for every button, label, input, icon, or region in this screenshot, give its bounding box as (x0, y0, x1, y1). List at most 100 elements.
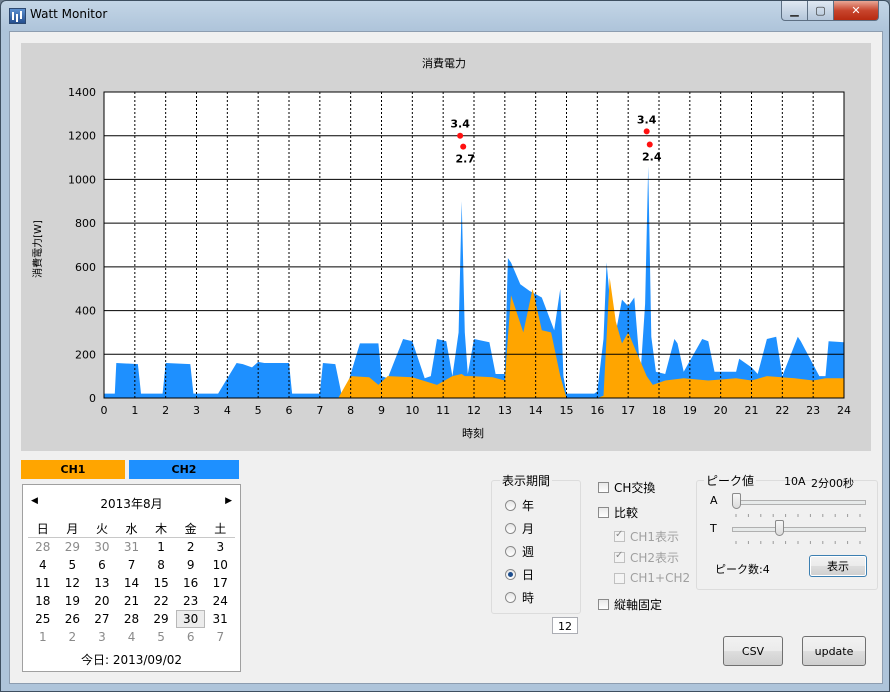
calendar-day[interactable]: 30 (87, 540, 117, 554)
calendar-day[interactable]: 6 (87, 558, 117, 572)
calendar-next-icon[interactable]: ▶ (225, 496, 232, 506)
show-button[interactable]: 表示 (809, 555, 867, 577)
ch1-show-box[interactable] (614, 529, 625, 542)
slider-a-thumb[interactable] (732, 493, 741, 509)
calendar-day[interactable]: 13 (87, 576, 117, 590)
calendar-day[interactable]: 6 (176, 630, 206, 644)
x-tick-label: 16 (590, 404, 604, 417)
calendar-day[interactable]: 24 (205, 594, 235, 608)
calendar-day[interactable]: 4 (117, 630, 147, 644)
compare-checkbox[interactable]: 比較 (598, 504, 638, 521)
ch2-show-checkbox[interactable]: CH2表示 (614, 549, 679, 566)
x-tick-label: 6 (286, 404, 293, 417)
period-radio-label: 年 (522, 499, 535, 513)
legend-ch2: CH2 (129, 460, 239, 479)
calendar-day[interactable]: 11 (28, 576, 58, 590)
ch1-plus-ch2-box[interactable] (614, 572, 625, 584)
chart-ylabel: 消費電力[W] (31, 220, 44, 278)
maximize-button[interactable]: ▢ (807, 1, 834, 21)
calendar-day[interactable]: 28 (117, 612, 147, 626)
y-tick-label: 600 (75, 261, 96, 274)
x-tick-label: 23 (806, 404, 820, 417)
calendar-day[interactable]: 5 (146, 630, 176, 644)
calendar-day[interactable]: 7 (205, 630, 235, 644)
calendar-day[interactable]: 23 (176, 594, 206, 608)
radio-dot[interactable] (505, 500, 516, 511)
x-tick-label: 11 (436, 404, 450, 417)
calendar-day[interactable]: 29 (146, 612, 176, 626)
title-bar[interactable]: Watt Monitor ▁ ▢ ✕ (1, 1, 889, 29)
calendar-day[interactable]: 16 (176, 576, 206, 590)
ch1-show-checkbox[interactable]: CH1表示 (614, 528, 679, 545)
radio-dot[interactable] (505, 523, 516, 534)
fixed-axis-box[interactable] (598, 599, 609, 610)
x-tick-label: 21 (745, 404, 759, 417)
chart-panel: 消費電力 消費電力[W] 時刻 0 200 400 600 800 1000 1200 140… (21, 43, 871, 451)
x-tick-label: 9 (378, 404, 385, 417)
calendar-day[interactable]: 7 (117, 558, 147, 572)
calendar[interactable]: ◀ 2013年8月 ▶ 日月火水木金土 28 29 30 31 1 2 3 4 5 6 7 8 9 10 11… (22, 484, 241, 672)
period-radio[interactable]: 年 (505, 497, 534, 514)
radio-dot[interactable] (505, 592, 516, 603)
period-radio[interactable]: 週 (505, 543, 534, 560)
y-tick-label: 800 (75, 217, 96, 230)
period-radio[interactable]: 日 (505, 566, 534, 583)
client-area: 消費電力 消費電力[W] 時刻 0 200 400 600 800 1000 1200 140… (9, 31, 883, 684)
calendar-day[interactable]: 26 (58, 612, 88, 626)
calendar-day[interactable]: 25 (28, 612, 58, 626)
calendar-day[interactable]: 22 (146, 594, 176, 608)
radio-dot[interactable] (505, 569, 516, 580)
period-radio[interactable]: 月 (505, 520, 534, 537)
calendar-day[interactable]: 29 (58, 540, 88, 554)
calendar-day[interactable]: 20 (87, 594, 117, 608)
calendar-day[interactable]: 2 (58, 630, 88, 644)
calendar-day[interactable]: 1 (146, 540, 176, 554)
calendar-day[interactable]: 12 (58, 576, 88, 590)
calendar-day[interactable]: 15 (146, 576, 176, 590)
calendar-day[interactable]: 10 (205, 558, 235, 572)
slider-t-label: T (710, 522, 717, 535)
calendar-day[interactable]: 21 (117, 594, 147, 608)
calendar-day[interactable]: 14 (117, 576, 147, 590)
slider-a-track[interactable] (732, 500, 866, 505)
calendar-day[interactable]: 9 (176, 558, 206, 572)
ch1-plus-ch2-checkbox[interactable]: CH1+CH2 (614, 571, 690, 585)
calendar-day[interactable]: 17 (205, 576, 235, 590)
calendar-day[interactable]: 8 (146, 558, 176, 572)
ch2-show-box[interactable] (614, 550, 625, 563)
calendar-day[interactable]: 28 (28, 540, 58, 554)
fixed-axis-label: 縦軸固定 (614, 598, 663, 612)
close-button[interactable]: ✕ (833, 1, 879, 21)
ch-swap-checkbox[interactable]: CH交換 (598, 479, 655, 496)
compare-box[interactable] (598, 507, 609, 518)
calendar-weekday: 金 (184, 521, 197, 536)
calendar-day[interactable]: 5 (58, 558, 88, 572)
calendar-day[interactable]: 19 (58, 594, 88, 608)
slider-t-track[interactable] (732, 527, 866, 532)
fixed-axis-checkbox[interactable]: 縦軸固定 (598, 596, 662, 613)
calendar-day[interactable]: 3 (205, 540, 235, 554)
ch-swap-box[interactable] (598, 482, 609, 493)
calendar-day[interactable]: 18 (28, 594, 58, 608)
minimize-button[interactable]: ▁ (781, 1, 808, 21)
calendar-day[interactable]: 27 (87, 612, 117, 626)
period-radio[interactable]: 時 (505, 589, 534, 606)
x-tick-label: 13 (498, 404, 512, 417)
calendar-day[interactable]: 3 (87, 630, 117, 644)
calendar-day[interactable]: 2 (176, 540, 206, 554)
csv-button[interactable]: CSV (723, 636, 783, 666)
x-tick-label: 22 (775, 404, 789, 417)
update-button[interactable]: update (802, 636, 866, 666)
calendar-day[interactable]: 1 (28, 630, 58, 644)
calendar-today[interactable]: 今日: 2013/09/02 (23, 651, 240, 668)
calendar-day[interactable]: 31 (117, 540, 147, 554)
y-tick-label: 200 (75, 348, 96, 361)
hour-input[interactable]: 12 (552, 617, 578, 634)
calendar-day[interactable]: 30 (175, 610, 206, 628)
calendar-day[interactable]: 31 (205, 612, 235, 626)
radio-dot[interactable] (505, 546, 516, 557)
slider-t-thumb[interactable] (775, 520, 785, 536)
period-radio-label: 時 (522, 591, 535, 605)
peak-count: ピーク数:4 (715, 563, 770, 576)
calendar-day[interactable]: 4 (28, 558, 58, 572)
